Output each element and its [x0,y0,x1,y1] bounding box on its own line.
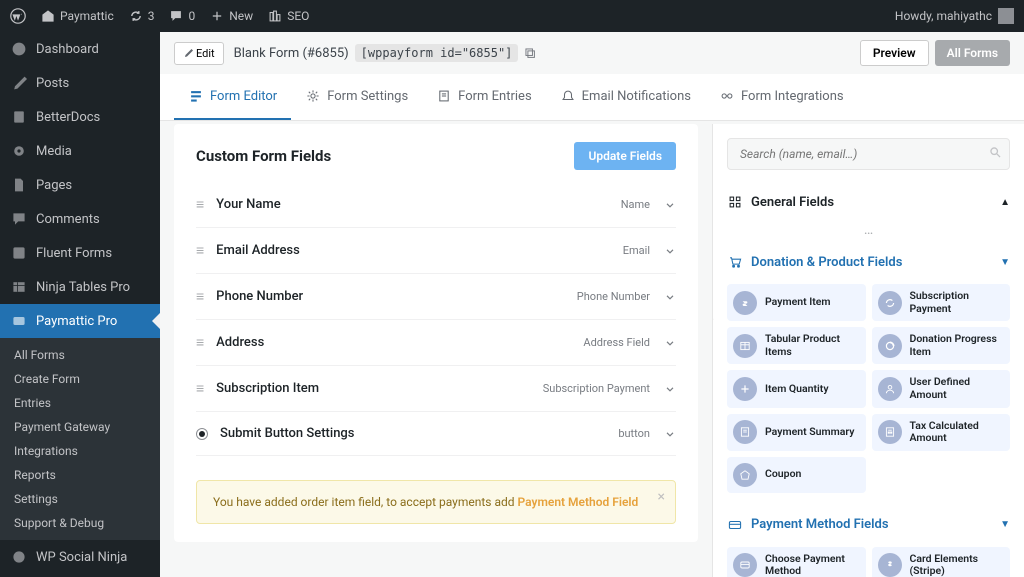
chevron-down-icon[interactable] [664,199,676,211]
section-donation-fields[interactable]: Donation & Product Fields ▼ [713,244,1024,280]
paymattic-submenu: All Forms Create Form Entries Payment Ga… [0,338,160,540]
submenu-settings[interactable]: Settings [0,487,160,511]
new-content[interactable]: New [209,8,253,24]
search-input[interactable] [727,138,1010,170]
update-fields-button[interactable]: Update Fields [574,142,676,170]
field-your-name[interactable]: ≡Your NameName [196,182,676,228]
account-menu[interactable]: Howdy, mahiyathc [895,8,1014,24]
tab-email-notifications[interactable]: Email Notifications [546,74,705,120]
avatar [998,8,1014,24]
payment-method-alert: You have added order item field, to acce… [196,480,676,524]
preview-button[interactable]: Preview [860,40,929,66]
sidebar-item-dashboard[interactable]: Dashboard [0,32,160,66]
chevron-down-icon[interactable] [664,383,676,395]
submenu-reports[interactable]: Reports [0,463,160,487]
radio-icon [196,428,208,440]
sidebar-item-pages[interactable]: Pages [0,168,160,202]
section-general-fields[interactable]: General Fields ▲ [713,184,1024,220]
site-name[interactable]: Paymattic [40,8,114,24]
grid-icon [727,194,743,210]
tab-form-editor[interactable]: Form Editor [174,74,291,120]
sidebar-item-media[interactable]: Media [0,134,160,168]
chevron-down-icon[interactable] [664,428,676,440]
sidebar-item-posts[interactable]: Posts [0,66,160,100]
contract-toggle[interactable]: Contract [712,274,717,328]
comments-count[interactable]: 0 [168,8,195,24]
field-address[interactable]: ≡AddressAddress Field [196,320,676,366]
field-submit-button[interactable]: Submit Button Settingsbutton [196,412,676,456]
drag-handle-icon[interactable]: ≡ [196,196,204,213]
cart-icon [727,254,743,270]
canvas-title: Custom Form Fields [196,147,331,165]
submenu-payment-gateway[interactable]: Payment Gateway [0,415,160,439]
admin-sidebar: Dashboard Posts BetterDocs Media Pages C… [0,32,160,577]
tab-form-settings[interactable]: Form Settings [291,74,422,120]
submenu-integrations[interactable]: Integrations [0,439,160,463]
card-donation-progress[interactable]: Donation Progress Item [872,327,1011,364]
sidebar-item-ninjatables[interactable]: Ninja Tables Pro [0,270,160,304]
card-tax-calculated[interactable]: Tax Calculated Amount [872,414,1011,451]
card-user-defined-amount[interactable]: User Defined Amount [872,370,1011,407]
chevron-down-icon: ▼ [1000,519,1010,530]
ellipsis: … [713,220,1024,244]
chevron-down-icon: ▼ [1000,257,1010,268]
submenu-all-forms[interactable]: All Forms [0,343,160,367]
card-coupon[interactable]: Coupon [727,457,866,493]
sidebar-item-betterdocs[interactable]: BetterDocs [0,100,160,134]
submenu-support[interactable]: Support & Debug [0,511,160,535]
card-stripe[interactable]: Card Elements (Stripe) [872,547,1011,577]
wp-logo[interactable] [10,8,26,24]
payment-method-link[interactable]: Payment Method Field [518,495,639,509]
chevron-down-icon[interactable] [664,291,676,303]
drag-handle-icon[interactable]: ≡ [196,380,204,397]
card-subscription-payment[interactable]: Subscription Payment [872,284,1011,321]
submenu-create-form[interactable]: Create Form [0,367,160,391]
chevron-down-icon[interactable] [664,337,676,349]
copy-icon[interactable] [524,47,537,60]
drag-handle-icon[interactable]: ≡ [196,288,204,305]
card-tabular-product[interactable]: Tabular Product Items [727,327,866,364]
shortcode: [wppayform id="6855"] [355,44,519,62]
sidebar-item-paymattic[interactable]: Paymattic Pro [0,304,160,338]
field-phone[interactable]: ≡Phone NumberPhone Number [196,274,676,320]
updates[interactable]: 3 [128,8,155,24]
close-icon[interactable]: × [658,489,665,505]
chevron-down-icon[interactable] [664,245,676,257]
section-payment-method[interactable]: Payment Method Fields ▼ [713,507,1024,543]
sidebar-item-comments[interactable]: Comments [0,202,160,236]
form-title: Blank Form (#6855) [234,46,349,61]
sidebar-item-fluentforms[interactable]: Fluent Forms [0,236,160,270]
card-choose-payment-method[interactable]: Choose Payment Method [727,547,866,577]
search-icon [989,146,1002,159]
card-payment-summary[interactable]: Payment Summary [727,414,866,451]
drag-handle-icon[interactable]: ≡ [196,242,204,259]
sidebar-item-socialninja[interactable]: WP Social Ninja [0,540,160,574]
tab-form-entries[interactable]: Form Entries [422,74,546,120]
chevron-up-icon: ▲ [1000,197,1010,208]
field-email[interactable]: ≡Email AddressEmail [196,228,676,274]
edit-button[interactable]: Edit [174,42,224,65]
card-item-quantity[interactable]: Item Quantity [727,370,866,407]
submenu-entries[interactable]: Entries [0,391,160,415]
tab-form-integrations[interactable]: Form Integrations [705,74,858,120]
seo-menu[interactable]: SEO [267,8,309,24]
all-forms-button[interactable]: All Forms [935,40,1010,66]
card-payment-item[interactable]: Payment Item [727,284,866,321]
card-icon [727,517,743,533]
field-subscription[interactable]: ≡Subscription ItemSubscription Payment [196,366,676,412]
drag-handle-icon[interactable]: ≡ [196,334,204,351]
